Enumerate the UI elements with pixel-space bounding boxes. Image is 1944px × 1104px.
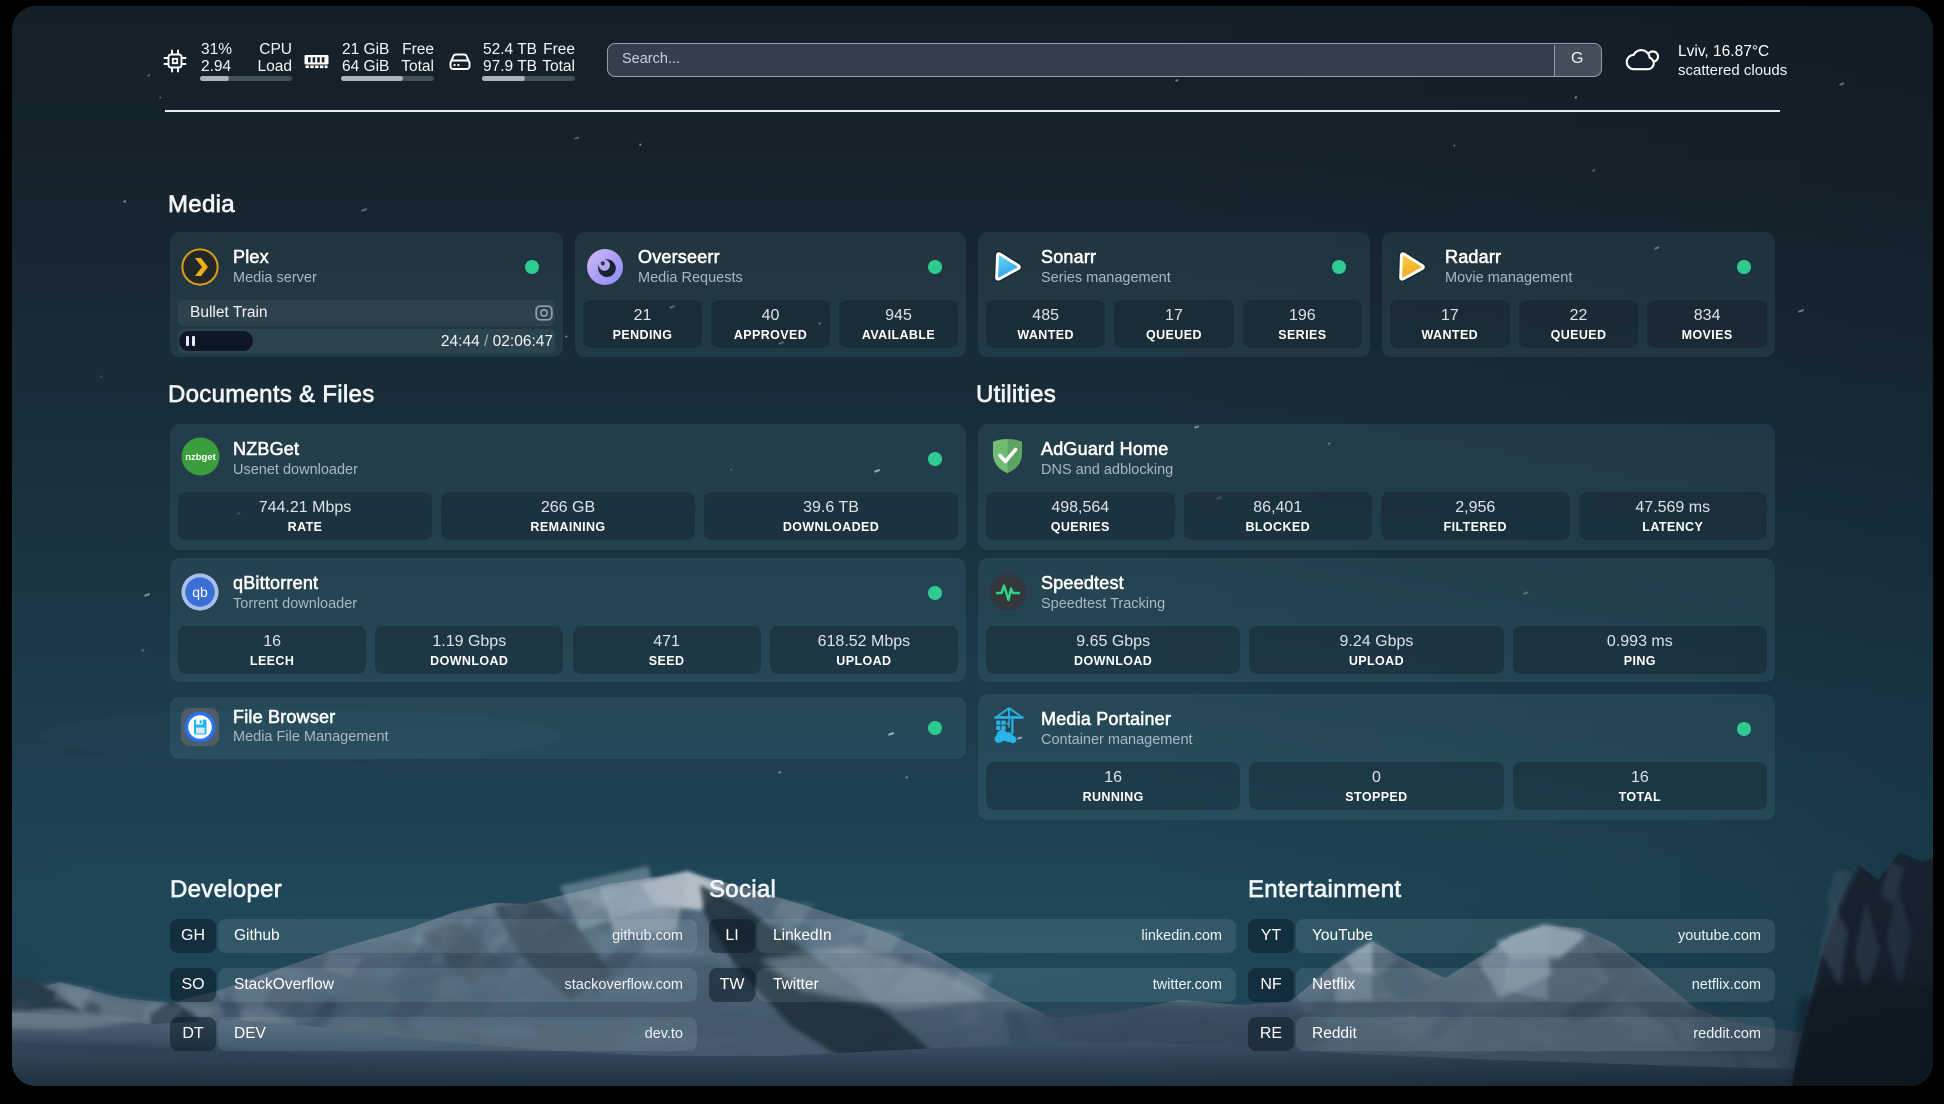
- svg-text:qb: qb: [192, 584, 208, 600]
- svg-text:nzbget: nzbget: [185, 452, 216, 463]
